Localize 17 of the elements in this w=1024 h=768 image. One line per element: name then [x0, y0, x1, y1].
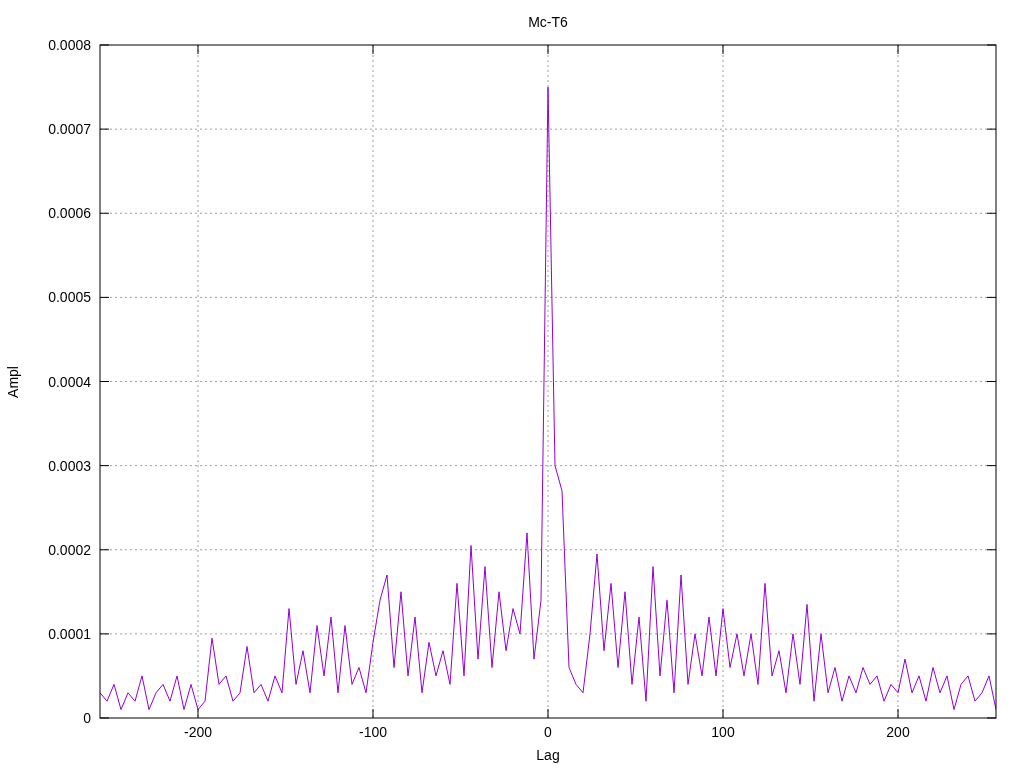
y-tick-label: 0.0004	[48, 373, 91, 390]
x-tick-label: 100	[711, 724, 735, 740]
y-tick-label: 0.0002	[48, 541, 91, 558]
y-tick-label: 0.0008	[48, 37, 91, 53]
y-tick-label: 0.0001	[48, 625, 91, 642]
x-tick-label: -200	[184, 724, 212, 740]
y-tick-label: 0.0005	[48, 289, 91, 306]
x-tick-label: 200	[886, 724, 910, 740]
y-tick-label: 0.0006	[48, 205, 91, 222]
x-tick-label: 0	[544, 724, 552, 740]
x-tick-label: -100	[359, 724, 387, 740]
y-tick-label: 0	[83, 710, 91, 726]
y-tick-label: 0.0003	[48, 457, 91, 474]
y-tick-label: 0.0007	[48, 121, 91, 138]
x-axis-label: Lag	[536, 747, 560, 763]
chart-title: Mc-T6	[528, 14, 568, 30]
y-axis-label: Ampl	[5, 366, 21, 398]
